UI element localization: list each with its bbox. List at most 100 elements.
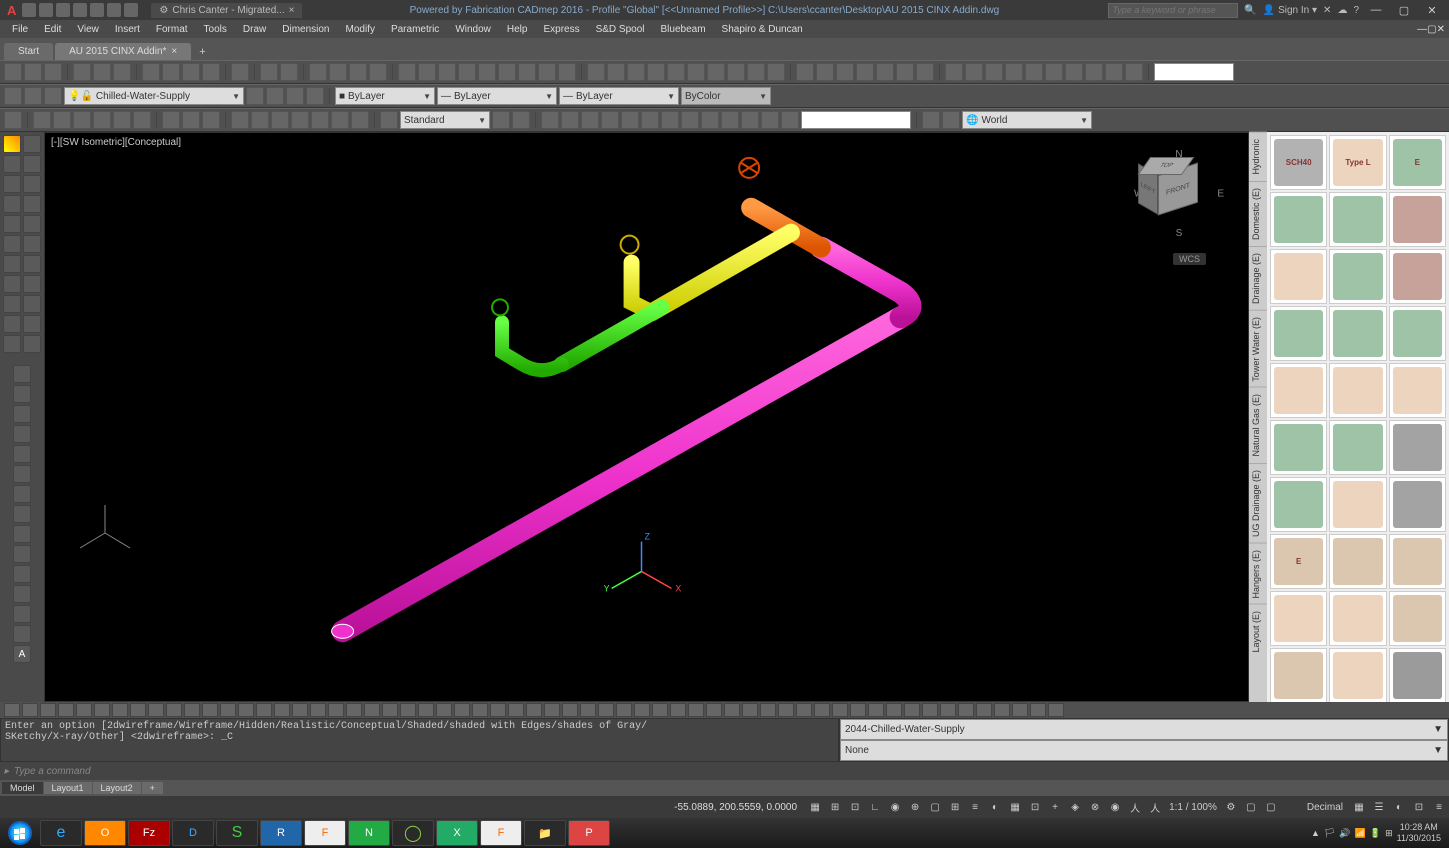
qat-icon[interactable] — [107, 3, 121, 17]
palette-item[interactable] — [1270, 249, 1327, 304]
status-toggle[interactable]: ⊞ — [945, 798, 965, 816]
text-button[interactable]: A — [13, 645, 31, 663]
layer-button[interactable] — [4, 87, 22, 105]
status-toggle[interactable]: ⊞ — [825, 798, 845, 816]
palette-item[interactable]: SCH40 — [1270, 135, 1327, 190]
tool-button[interactable] — [922, 111, 940, 129]
tool-button[interactable] — [202, 111, 220, 129]
status-toggle[interactable]: ≡ — [965, 798, 985, 816]
tool-button[interactable] — [271, 111, 289, 129]
draw-button[interactable] — [3, 315, 21, 333]
tool-button[interactable] — [53, 111, 71, 129]
cadmep-button[interactable] — [1012, 703, 1028, 717]
modify-button[interactable] — [13, 625, 31, 643]
tool-button[interactable] — [607, 63, 625, 81]
status-toggle[interactable]: + — [1045, 798, 1065, 816]
line-button[interactable] — [3, 135, 21, 153]
doc-minimize-icon[interactable]: — — [1417, 24, 1427, 35]
qat-icon[interactable] — [56, 3, 70, 17]
palette-item[interactable] — [1389, 363, 1446, 418]
section-combo[interactable]: None▼ — [840, 740, 1448, 761]
menu-window[interactable]: Window — [447, 22, 499, 37]
linetype-combo[interactable]: — ByLayer▼ — [437, 87, 557, 105]
cadmep-button[interactable] — [274, 703, 290, 717]
tool-button[interactable] — [1025, 63, 1043, 81]
cadmep-button[interactable] — [472, 703, 488, 717]
cadmep-button[interactable] — [850, 703, 866, 717]
tool-button[interactable] — [741, 111, 759, 129]
palette-item[interactable] — [1329, 534, 1386, 589]
cadmep-button[interactable] — [922, 703, 938, 717]
cadmep-button[interactable] — [202, 703, 218, 717]
modify-button[interactable] — [13, 585, 31, 603]
draw-button[interactable] — [3, 155, 21, 173]
tool-button[interactable] — [1045, 63, 1063, 81]
tool-button[interactable] — [478, 63, 496, 81]
palette-item[interactable] — [1329, 648, 1386, 702]
status-toggle[interactable]: ◈ — [1065, 798, 1085, 816]
modify-button[interactable] — [13, 365, 31, 383]
color-combo[interactable]: ■ ByLayer▼ — [335, 87, 435, 105]
new-button[interactable] — [4, 63, 22, 81]
tool-button[interactable] — [587, 63, 605, 81]
draw-button[interactable] — [23, 175, 41, 193]
modify-button[interactable] — [13, 505, 31, 523]
cadmep-button[interactable] — [76, 703, 92, 717]
tab-model[interactable]: Model — [2, 782, 43, 794]
cadmep-button[interactable] — [526, 703, 542, 717]
signin-link[interactable]: 👤 Sign In ▾ — [1263, 5, 1317, 16]
clock[interactable]: 10:28 AM11/30/2015 — [1397, 822, 1441, 844]
tool-button[interactable] — [251, 111, 269, 129]
tool-button[interactable] — [747, 63, 765, 81]
draw-button[interactable] — [23, 155, 41, 173]
cadmep-button[interactable] — [382, 703, 398, 717]
cadmep-button[interactable] — [310, 703, 326, 717]
cadmep-button[interactable] — [436, 703, 452, 717]
view-cube[interactable]: N S E W FRONT LEFT TOP — [1134, 149, 1224, 239]
cadmep-button[interactable] — [220, 703, 236, 717]
doc-close-icon[interactable]: ✕ — [1437, 24, 1445, 35]
tool-button[interactable] — [661, 111, 679, 129]
palette-item[interactable] — [1329, 192, 1386, 247]
tool-button[interactable] — [380, 111, 398, 129]
task-filezilla[interactable]: Fz — [128, 820, 170, 846]
tool-button[interactable] — [701, 111, 719, 129]
cadmep-button[interactable] — [292, 703, 308, 717]
tool-button[interactable] — [93, 111, 111, 129]
tool-button[interactable] — [33, 111, 51, 129]
cadmep-button[interactable] — [112, 703, 128, 717]
cadmep-button[interactable] — [490, 703, 506, 717]
menu-bluebeam[interactable]: Bluebeam — [653, 22, 714, 37]
palette-item[interactable] — [1270, 306, 1327, 361]
palette-item[interactable] — [1329, 591, 1386, 646]
qat-icon[interactable] — [90, 3, 104, 17]
draw-button[interactable] — [23, 275, 41, 293]
tool-button[interactable] — [647, 63, 665, 81]
cadmep-button[interactable] — [400, 703, 416, 717]
menu-draw[interactable]: Draw — [235, 22, 274, 37]
tool-button[interactable] — [581, 111, 599, 129]
draw-button[interactable] — [3, 335, 21, 353]
cadmep-button[interactable] — [508, 703, 524, 717]
service-combo[interactable]: 2044-Chilled-Water-Supply▼ — [840, 719, 1448, 740]
palette-item[interactable]: Type L — [1329, 135, 1386, 190]
draw-button[interactable] — [3, 275, 21, 293]
status-toggle[interactable]: ▦ — [1349, 798, 1369, 816]
textstyle-combo[interactable]: Standard▼ — [400, 111, 490, 129]
task-explorer[interactable]: 📁 — [524, 820, 566, 846]
status-toggle[interactable]: ⊕ — [905, 798, 925, 816]
menu-dimension[interactable]: Dimension — [274, 22, 337, 37]
palette-item[interactable] — [1329, 249, 1386, 304]
status-toggle[interactable]: ◐ — [985, 798, 1005, 816]
modify-button[interactable] — [13, 525, 31, 543]
lineweight-combo[interactable]: — ByLayer▼ — [559, 87, 679, 105]
cadmep-button[interactable] — [724, 703, 740, 717]
tool-button[interactable] — [767, 63, 785, 81]
tab-close-icon[interactable]: × — [171, 46, 177, 57]
palette-item[interactable] — [1389, 420, 1446, 475]
modify-button[interactable] — [13, 465, 31, 483]
qat-icon[interactable] — [39, 3, 53, 17]
tool-button[interactable] — [162, 111, 180, 129]
task-fabrication[interactable]: F — [304, 820, 346, 846]
tool-button[interactable] — [856, 63, 874, 81]
